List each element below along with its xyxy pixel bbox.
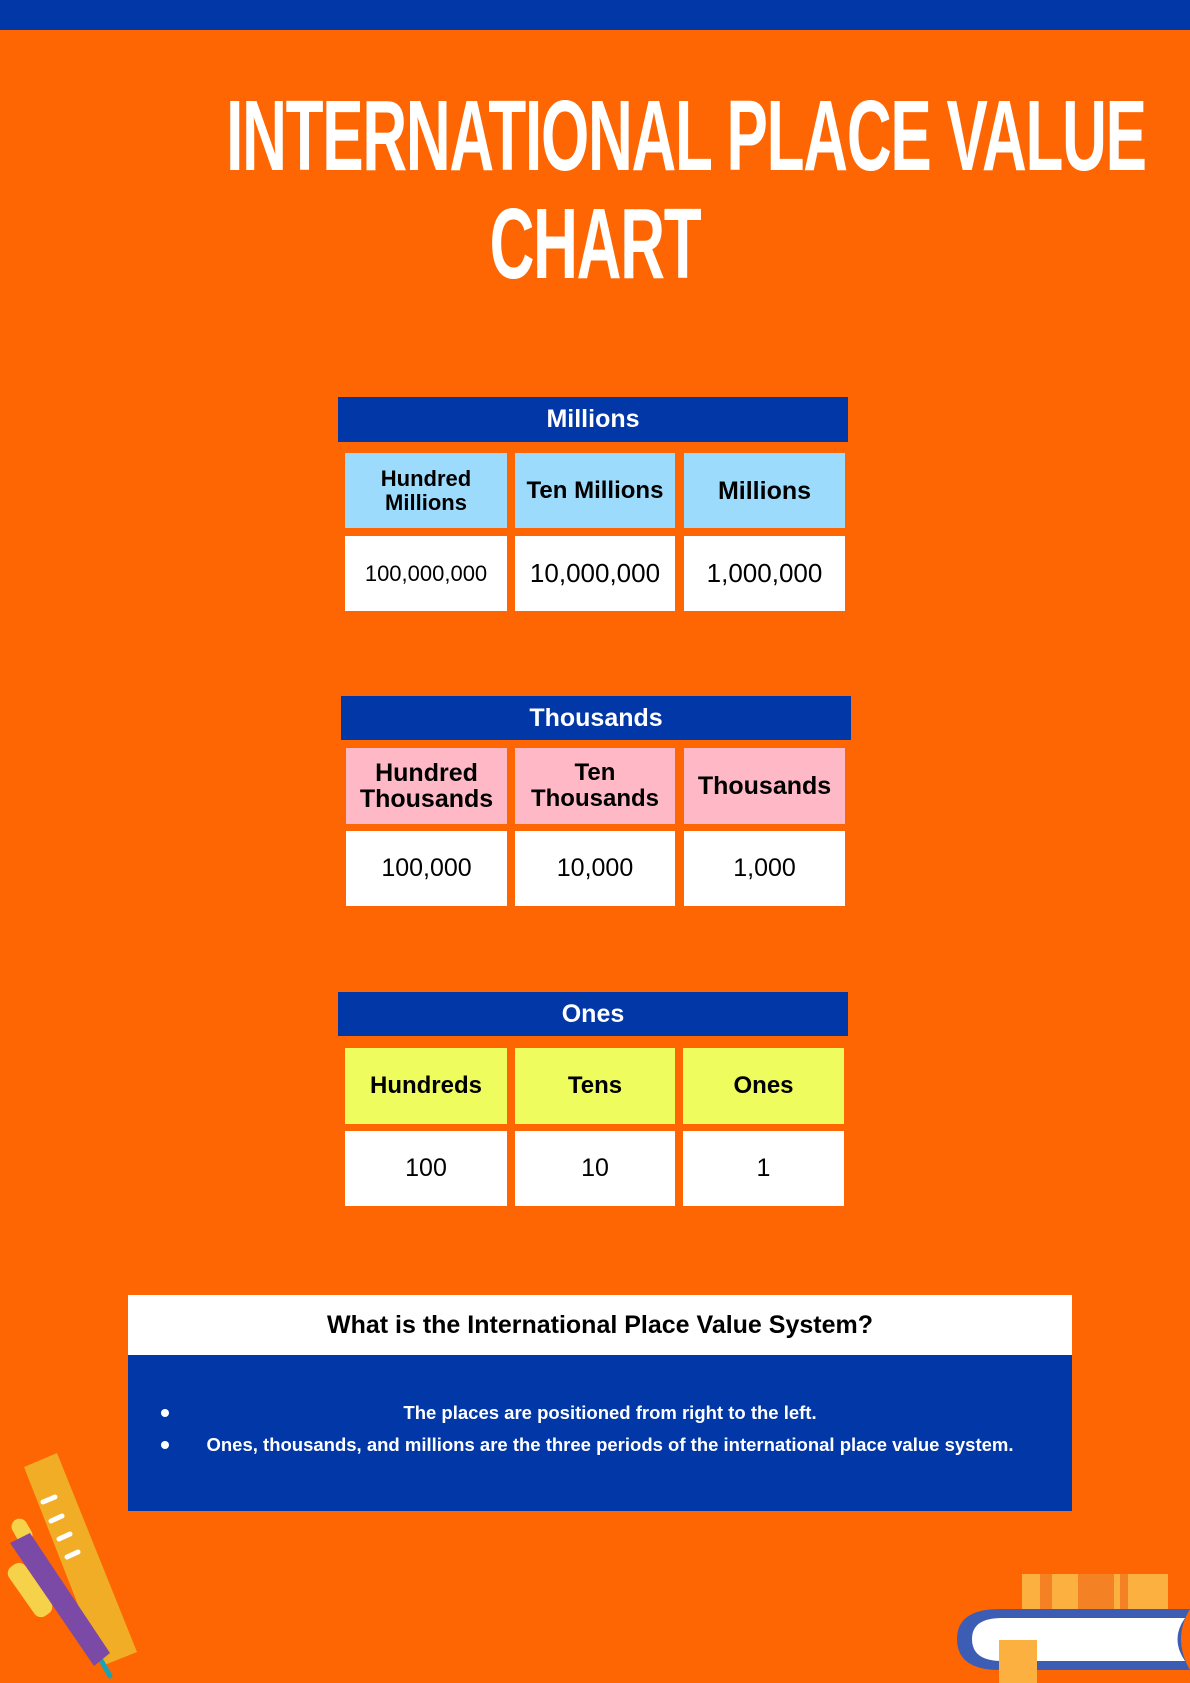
info-bullet-list: The places are positioned from right to … bbox=[128, 1397, 1072, 1461]
period-header: Ones bbox=[338, 992, 848, 1036]
column-header: Hundreds bbox=[345, 1048, 507, 1124]
info-bullet-text: Ones, thousands, and millions are the th… bbox=[206, 1434, 1014, 1455]
value-cell: 1,000,000 bbox=[684, 536, 845, 611]
value-cell: 100 bbox=[345, 1131, 507, 1206]
top-bar bbox=[0, 0, 1190, 30]
info-bullet-item: Ones, thousands, and millions are the th… bbox=[128, 1429, 1072, 1461]
value-cell: 1,000 bbox=[684, 831, 845, 906]
info-body: The places are positioned from right to … bbox=[128, 1355, 1072, 1511]
page-title: INTERNATIONAL PLACE VALUE CHART bbox=[226, 80, 1147, 300]
column-header: Hundred Thousands bbox=[346, 748, 507, 824]
column-header: Ten Thousands bbox=[515, 748, 675, 824]
column-header: Thousands bbox=[684, 748, 845, 824]
column-header: Tens bbox=[515, 1048, 675, 1124]
info-title: What is the International Place Value Sy… bbox=[128, 1295, 1072, 1355]
period-header: Millions bbox=[338, 397, 848, 442]
column-header: Ten Millions bbox=[515, 453, 675, 528]
column-header: Hundred Millions bbox=[345, 453, 507, 528]
info-bullet-text: The places are positioned from right to … bbox=[403, 1402, 817, 1423]
column-header: Ones bbox=[683, 1048, 844, 1124]
period-header: Thousands bbox=[341, 696, 851, 740]
value-cell: 100,000,000 bbox=[345, 536, 507, 611]
value-cell: 10 bbox=[515, 1131, 675, 1206]
value-cell: 100,000 bbox=[346, 831, 507, 906]
title-line-1: INTERNATIONAL PLACE VALUE bbox=[226, 80, 1147, 192]
bullet-icon bbox=[161, 1409, 169, 1417]
column-header: Millions bbox=[684, 453, 845, 528]
info-bullet-item: The places are positioned from right to … bbox=[128, 1397, 1072, 1429]
ruler-and-pen-icon bbox=[7, 1453, 137, 1679]
value-cell: 10,000 bbox=[515, 831, 675, 906]
books-stack-icon bbox=[957, 1574, 1190, 1683]
value-cell: 10,000,000 bbox=[515, 536, 675, 611]
bullet-icon bbox=[161, 1441, 169, 1449]
title-line-2: CHART bbox=[489, 188, 702, 300]
value-cell: 1 bbox=[683, 1131, 844, 1206]
